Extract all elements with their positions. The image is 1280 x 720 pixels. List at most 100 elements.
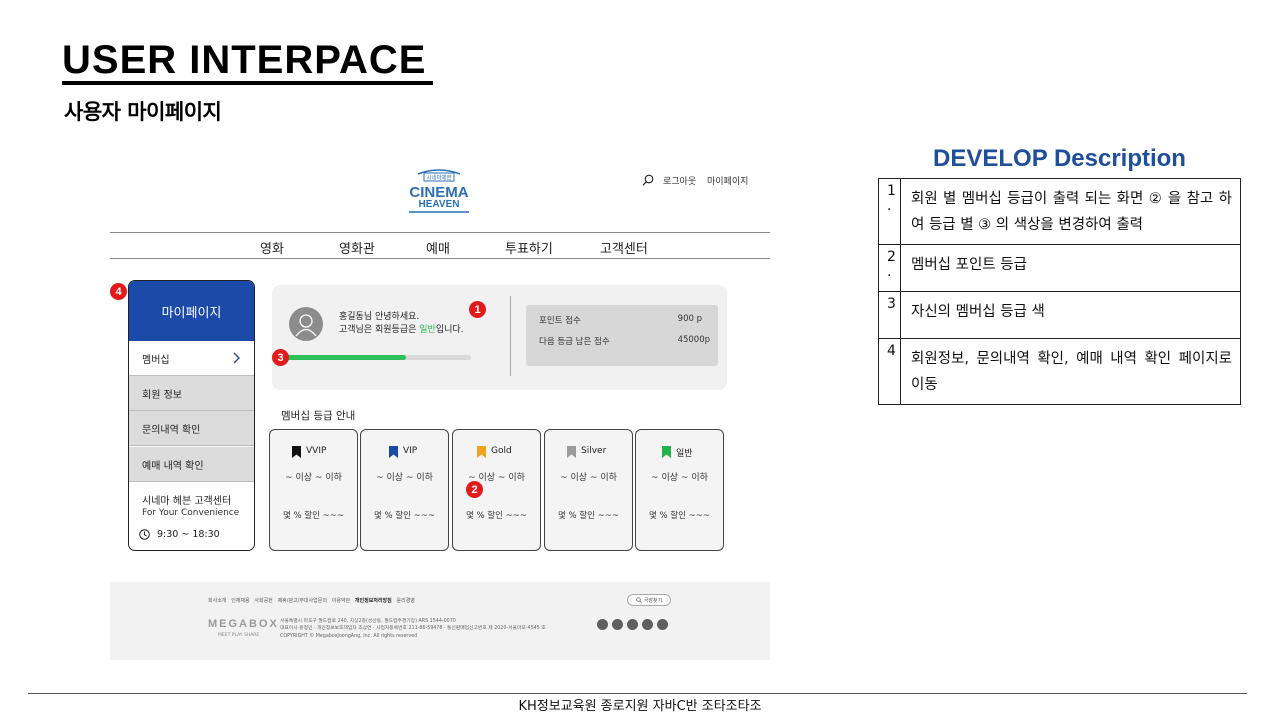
grade-name: Silver [581,446,607,456]
logo-line2: HEAVEN [419,199,460,210]
footer-link[interactable]: 제휴/광고/부대사업문의 [278,598,327,604]
profile-divider [510,296,511,376]
footer-copyright: COPYRIGHT © MegaboxJoongAng, Inc. All ri… [280,633,418,639]
grade-discount: 몇 % 할인 ~~~ [373,511,435,521]
grade-range: ~ 이상 ~ 이하 [376,473,433,483]
point-value: 900 p [677,314,702,324]
sidebar-item-label: 문의내역 확인 [142,424,201,436]
grade-range: ~ 이상 ~ 이하 [651,473,708,483]
sidebar-item-label: 예매 내역 확인 [142,460,204,472]
grade-flag [389,446,398,458]
grade-suffix: 입니다. [435,325,464,335]
grade-flag [567,446,576,458]
footer-privacy-link[interactable]: 개인정보처리방침 [355,598,392,604]
grade-sentence: 고객님은 회원등급은 일반입니다. [339,322,464,335]
search-icon [636,597,642,603]
bookmark-icon [389,446,398,458]
footer-address-line: 대표이사 홍정인 · 개인정보보호책임자 조상연 · 사업자등록번호 211-8… [280,626,546,632]
grade-flag [477,446,486,458]
nav-booking[interactable]: 예매 [426,238,450,257]
table-row: 1 . 회원 별 멤버십 등급이 출력 되는 화면 ② 을 참고 하여 등급 별… [878,178,1241,245]
grade-range: ~ 이상 ~ 이하 [468,473,525,483]
nav-theaters[interactable]: 영화관 [339,238,375,257]
slide-footer-text: KH정보교육원 종로지원 자바C반 조타조타조 [518,699,762,714]
row-text: 멤버십 포인트 등급 [900,244,1241,292]
grade-flag [662,446,671,458]
clock-icon [139,529,150,540]
instagram-icon[interactable] [627,619,638,630]
logo-small-text: 시네마헤븐 [426,174,451,182]
blog-icon[interactable] [657,619,668,630]
footer-link[interactable]: 회사소개 [208,598,226,604]
footer-divider [28,693,1247,694]
row-text: 회원정보, 문의내역 확인, 예매 내역 확인 페이지로 이동 [900,338,1241,405]
description-title: DEVELOP Description [933,145,1186,172]
customer-center-hours: 9:30 ~ 18:30 [157,529,220,540]
nav-top-line [110,232,770,233]
grade-card-vip: VIP ~ 이상 ~ 이하 몇 % 할인 ~~~ [360,429,449,551]
row-number: 1 . [878,178,901,245]
next-grade-value: 45000p [677,335,710,345]
chevron-right-icon [233,352,240,364]
marker-4: 4 [110,283,127,300]
bookmark-icon [567,446,576,458]
row-number: 3 [878,291,901,339]
footer-link[interactable]: 윤리경영 [397,598,415,604]
theater-search-label: 극장찾기 [643,597,663,604]
bookmark-icon [292,446,301,458]
slide-subtitle: 사용자 마이페이지 [64,100,222,124]
mypage-link[interactable]: 마이페이지 [707,174,748,187]
customer-center-subtitle: For Your Convenience [142,508,240,518]
sidebar-item-inquiries[interactable]: 문의내역 확인 [129,411,254,446]
current-grade: 일반 [419,325,436,335]
marker-2: 2 [466,481,483,498]
sidebar-item-bookings[interactable]: 예매 내역 확인 [129,447,254,482]
logout-link[interactable]: 로그아웃 [663,174,696,187]
grade-flag [292,446,301,458]
marker-1: 1 [469,301,486,318]
footer-link[interactable]: 이용약관 [332,598,350,604]
grade-card-silver: Silver ~ 이상 ~ 이하 몇 % 할인 ~~~ [544,429,633,551]
facebook-icon[interactable] [612,619,623,630]
twitter-icon[interactable] [597,619,608,630]
sidebar-item-label: 회원 정보 [142,389,182,401]
grade-discount: 몇 % 할인 ~~~ [282,511,344,521]
footer-slogan: MEET PLAY SHARE [218,633,260,638]
footer-link[interactable]: 인재채용 [231,598,249,604]
search-icon[interactable] [642,174,654,186]
sidebar-header: 마이페이지 [129,281,254,341]
grade-name: 일반 [676,449,693,459]
bookmark-icon [662,446,671,458]
grade-discount: 몇 % 할인 ~~~ [557,511,619,521]
table-row: 4 회원정보, 문의내역 확인, 예매 내역 확인 페이지로 이동 [878,338,1241,405]
title-underline [62,81,433,85]
cinema-heaven-logo[interactable]: 시네마헤븐 CINEMA HEAVEN [406,168,472,214]
grade-card-vvip: VVIP ~ 이상 ~ 이하 몇 % 할인 ~~~ [269,429,358,551]
sidebar-item-member-info[interactable]: 회원 정보 [129,376,254,411]
row-text: 자신의 멤버십 등급 색 [900,291,1241,339]
nav-movies[interactable]: 영화 [260,238,284,257]
youtube-icon[interactable] [642,619,653,630]
grade-range: ~ 이상 ~ 이하 [560,473,617,483]
grade-discount: 몇 % 할인 ~~~ [465,511,527,521]
customer-center-title: 시네마 헤븐 고객센터 [142,496,232,507]
grade-discount: 몇 % 할인 ~~~ [648,511,710,521]
nav-bottom-line [110,258,770,259]
sidebar-item-membership[interactable]: 멤버십 [129,341,254,376]
nav-vote[interactable]: 투표하기 [505,238,553,257]
user-icon [295,314,317,337]
sidebar-item-label: 멤버십 [142,354,170,366]
marker-3: 3 [272,349,289,366]
grade-range: ~ 이상 ~ 이하 [285,473,342,483]
bookmark-icon [477,446,486,458]
grade-prefix: 고객님은 회원등급은 [339,325,420,335]
avatar [289,307,323,341]
row-number: 2 . [878,244,901,292]
grade-guide-title: 멤버십 등급 안내 [281,410,356,422]
footer-link[interactable]: 사회공헌 [254,598,272,604]
theater-search-button[interactable]: 극장찾기 [627,594,671,606]
row-text: 회원 별 멤버십 등급이 출력 되는 화면 ② 을 참고 하여 등급 별 ③ 의… [900,178,1241,245]
grade-name: VVIP [306,446,327,456]
nav-customer-center[interactable]: 고객센터 [600,238,648,257]
row-number: 4 [878,338,901,405]
